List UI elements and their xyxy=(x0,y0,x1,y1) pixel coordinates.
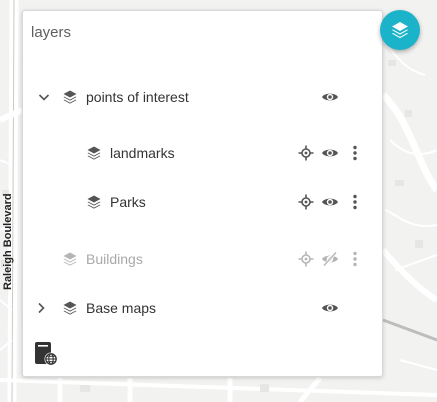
layers-icon xyxy=(392,22,408,39)
eye-icon[interactable] xyxy=(321,299,339,317)
layers-panel: layers points of interest landmarks Park… xyxy=(22,10,383,377)
eye-icon[interactable] xyxy=(321,88,339,106)
layers-icon xyxy=(87,195,101,209)
layer-label[interactable]: Buildings xyxy=(86,251,143,267)
layer-row-base-maps: Base maps xyxy=(23,293,384,323)
chevron-right-icon[interactable] xyxy=(33,300,49,316)
layer-row-points-of-interest: points of interest xyxy=(23,82,384,112)
layer-label[interactable]: Base maps xyxy=(86,300,156,316)
eye-off-icon[interactable] xyxy=(321,250,339,268)
layers-toggle-button[interactable] xyxy=(380,10,420,50)
layer-label[interactable]: landmarks xyxy=(110,145,175,161)
more-options-icon[interactable] xyxy=(350,144,360,162)
layer-row-parks: Parks xyxy=(23,187,384,217)
layers-icon xyxy=(63,90,77,104)
layer-row-landmarks: landmarks xyxy=(23,138,384,168)
zoom-to-extent-icon[interactable] xyxy=(297,144,315,162)
layer-label[interactable]: points of interest xyxy=(86,89,189,105)
panel-title: layers xyxy=(31,24,72,41)
catalog-icon[interactable] xyxy=(33,341,59,367)
zoom-to-extent-icon[interactable] xyxy=(297,193,315,211)
layer-row-buildings: Buildings xyxy=(23,244,384,274)
more-options-icon[interactable] xyxy=(350,250,360,268)
layers-icon xyxy=(87,146,101,160)
layer-label[interactable]: Parks xyxy=(110,194,146,210)
eye-icon[interactable] xyxy=(321,144,339,162)
eye-icon[interactable] xyxy=(321,193,339,211)
road-label: Raleigh Boulevard xyxy=(2,193,14,290)
chevron-down-icon[interactable] xyxy=(36,89,52,105)
more-options-icon[interactable] xyxy=(350,193,360,211)
layers-icon xyxy=(63,252,77,266)
zoom-to-extent-icon[interactable] xyxy=(297,250,315,268)
layers-icon xyxy=(63,301,77,315)
